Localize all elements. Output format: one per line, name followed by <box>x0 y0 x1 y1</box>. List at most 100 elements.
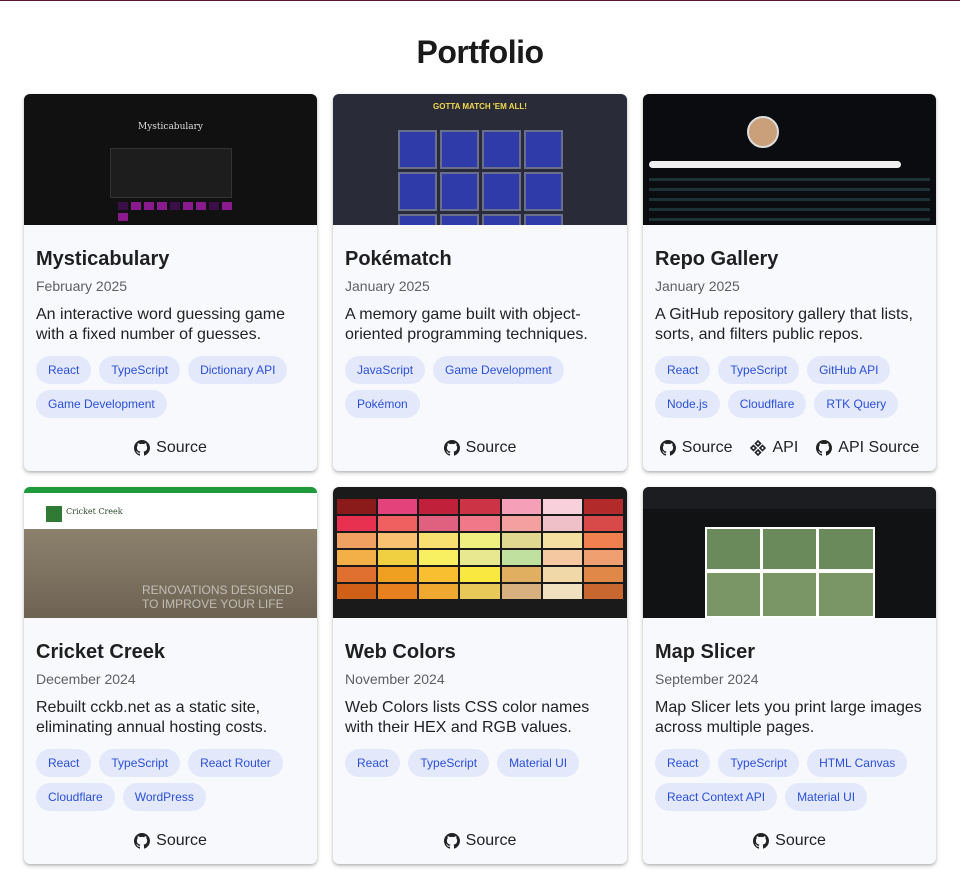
tag-list: React TypeScript Material UI <box>345 749 615 777</box>
project-date: February 2025 <box>36 278 128 294</box>
project-description: Rebuilt cckb.net as a static site, elimi… <box>36 699 268 736</box>
color-swatch <box>337 499 377 514</box>
tag-chip: TypeScript <box>718 749 800 777</box>
github-icon <box>753 833 770 849</box>
color-swatch <box>460 516 500 531</box>
api-source-link[interactable]: API Source <box>816 439 919 457</box>
project-description: Web Colors lists CSS color names with th… <box>345 699 590 736</box>
tag-chip: Game Development <box>433 356 564 384</box>
color-swatch <box>501 533 541 548</box>
color-swatch <box>542 584 582 599</box>
color-swatch <box>419 533 459 548</box>
color-swatch <box>583 567 623 582</box>
project-thumbnail[interactable]: Mysticabulary <box>24 94 317 225</box>
color-swatch <box>583 550 623 565</box>
tag-chip: Game Development <box>36 390 167 418</box>
project-date: January 2025 <box>655 278 740 294</box>
color-swatch <box>460 499 500 514</box>
source-link[interactable]: Source <box>443 439 517 457</box>
project-title: Map Slicer <box>655 641 756 663</box>
tag-list: JavaScript Game Development Pokémon <box>345 356 615 418</box>
tag-chip: Dictionary API <box>188 356 288 384</box>
source-link[interactable]: Source <box>134 832 207 850</box>
project-description: Map Slicer lets you print large images a… <box>655 699 922 736</box>
project-links: Source API API Source <box>643 439 936 457</box>
project-card-cricket-creek: Cricket Creek RENOVATIONS DESIGNED TO IM… <box>24 487 317 864</box>
source-link[interactable]: Source <box>753 832 826 850</box>
link-label: Source <box>156 832 207 849</box>
github-icon <box>443 440 460 456</box>
color-swatch <box>501 499 541 514</box>
tag-chip: TypeScript <box>718 356 800 384</box>
page-title: Portfolio <box>416 34 544 70</box>
color-swatch <box>583 516 623 531</box>
project-grid: Mysticabulary Mysticabulary February 202… <box>24 94 936 864</box>
tag-chip: GitHub API <box>807 356 891 384</box>
color-swatch <box>583 499 623 514</box>
github-icon <box>134 833 151 849</box>
link-label: API <box>772 439 799 456</box>
tag-chip: HTML Canvas <box>807 749 908 777</box>
tag-chip: Cloudflare <box>36 783 115 811</box>
project-links: Source <box>643 832 936 850</box>
project-thumbnail[interactable] <box>643 94 936 225</box>
tag-chip: Node.js <box>655 390 720 418</box>
github-icon <box>816 440 833 456</box>
tag-chip: JavaScript <box>345 356 426 384</box>
color-swatch <box>501 550 541 565</box>
link-label: Source <box>465 832 517 849</box>
project-thumbnail[interactable] <box>333 487 627 618</box>
color-swatch <box>337 567 377 582</box>
tag-chip: React <box>655 356 711 384</box>
tag-chip: React Router <box>188 749 283 777</box>
tag-chip: Cloudflare <box>727 390 807 418</box>
project-description: An interactive word guessing game with a… <box>36 306 286 343</box>
project-title: Cricket Creek <box>36 641 165 663</box>
api-icon <box>750 440 767 456</box>
tag-chip: Pokémon <box>345 390 420 418</box>
color-swatch <box>337 533 377 548</box>
project-thumbnail[interactable] <box>643 487 936 618</box>
project-date: January 2025 <box>345 278 430 294</box>
color-swatch <box>378 533 418 548</box>
source-link[interactable]: Source <box>443 832 517 850</box>
color-swatch <box>542 550 582 565</box>
tag-chip: React Context API <box>655 783 778 811</box>
project-card-pokematch: GOTTA MATCH 'EM ALL! Pokématch January 2… <box>333 94 627 471</box>
tag-chip: WordPress <box>122 783 206 811</box>
color-swatch <box>501 567 541 582</box>
tag-chip: React <box>36 749 92 777</box>
link-label: Source <box>465 439 517 456</box>
color-swatch <box>542 567 582 582</box>
color-swatch <box>378 584 418 599</box>
color-swatch <box>583 584 623 599</box>
project-title: Web Colors <box>345 641 456 663</box>
project-links: Source <box>333 439 627 457</box>
color-swatch <box>583 533 623 548</box>
tag-list: React TypeScript Dictionary API Game Dev… <box>36 356 305 418</box>
link-label: Source <box>775 832 826 849</box>
project-card-map-slicer: Map Slicer September 2024 Map Slicer let… <box>643 487 936 864</box>
color-swatch <box>419 516 459 531</box>
github-icon <box>134 440 151 456</box>
color-swatch <box>378 499 418 514</box>
api-link[interactable]: API <box>750 439 798 457</box>
color-swatch <box>419 567 459 582</box>
project-thumbnail[interactable]: Cricket Creek RENOVATIONS DESIGNED TO IM… <box>24 487 317 618</box>
tag-chip: TypeScript <box>408 749 490 777</box>
color-swatch <box>542 516 582 531</box>
project-description: A GitHub repository gallery that lists, … <box>655 306 913 343</box>
color-swatch <box>460 533 500 548</box>
color-swatch <box>337 550 377 565</box>
color-swatch <box>378 550 418 565</box>
project-description: A memory game built with object-oriented… <box>345 306 588 343</box>
project-card-repo-gallery: Repo Gallery January 2025 A GitHub repos… <box>643 94 936 471</box>
project-thumbnail[interactable]: GOTTA MATCH 'EM ALL! <box>333 94 627 225</box>
tag-chip: Material UI <box>785 783 868 811</box>
source-link[interactable]: Source <box>134 439 207 457</box>
project-title: Mysticabulary <box>36 248 170 270</box>
color-swatch <box>419 499 459 514</box>
project-card-mysticabulary: Mysticabulary Mysticabulary February 202… <box>24 94 317 471</box>
source-link[interactable]: Source <box>659 439 733 457</box>
link-label: Source <box>681 439 733 456</box>
